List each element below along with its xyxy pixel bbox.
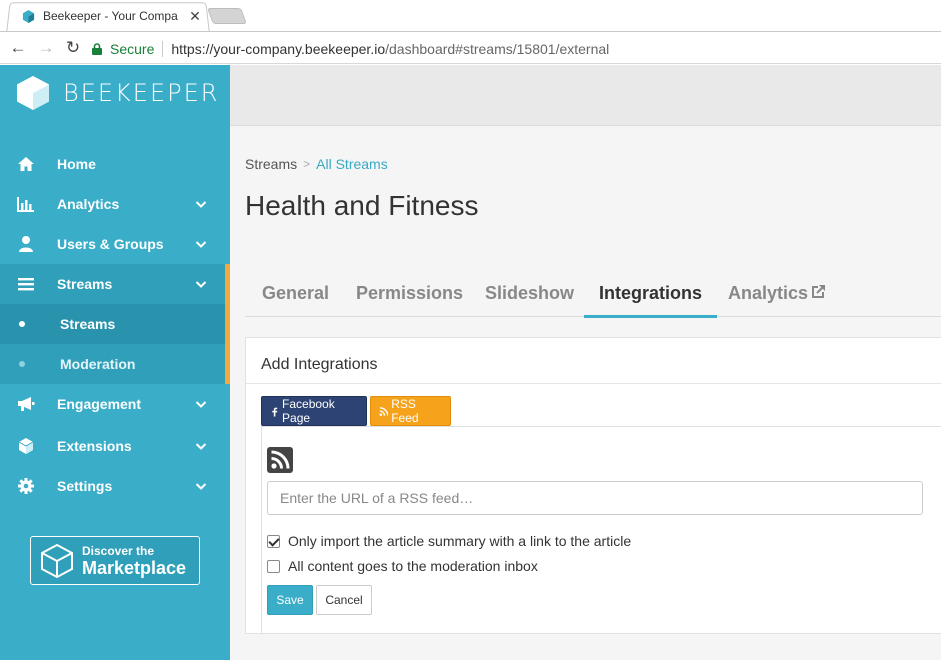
url-path: /dashboard#streams/15801/external <box>385 40 610 57</box>
sidebar-subitem-moderation[interactable]: Moderation <box>0 344 230 384</box>
tab-analytics-label: Analytics <box>728 283 809 303</box>
sidebar-item-label: Streams <box>57 276 113 292</box>
home-icon <box>18 157 34 171</box>
reload-icon[interactable]: ↻ <box>63 38 83 58</box>
panel-heading: Add Integrations <box>261 356 378 373</box>
facebook-page-button[interactable]: Facebook Page <box>261 396 367 426</box>
integrations-panel: Add Integrations Facebook Page RSS Feed … <box>245 337 941 634</box>
browser-tabstrip: Beekeeper - Your Compa ✕ <box>0 0 941 32</box>
forward-icon[interactable]: → <box>36 38 56 58</box>
url-field[interactable]: Secure https://your-company.beekeeper.io… <box>92 36 939 61</box>
beekeeper-favicon-icon <box>22 9 35 23</box>
sidebar: BEEKEEPER Home Analytics Users & Groups … <box>0 65 230 660</box>
cube-icon <box>18 438 34 454</box>
sidebar-item-label: Engagement <box>57 396 142 412</box>
top-bar <box>230 65 941 126</box>
cancel-button[interactable]: Cancel <box>316 585 372 615</box>
new-tab-button[interactable] <box>207 8 247 24</box>
rss-feed-label: RSS Feed <box>391 397 419 425</box>
sidebar-item-label: Users & Groups <box>57 236 164 252</box>
cube-outline-icon <box>41 543 73 578</box>
rss-square-icon <box>267 447 293 473</box>
page-title: Health and Fitness <box>245 190 479 221</box>
breadcrumb: Streams > All Streams <box>245 156 388 172</box>
rss-form: Only import the article summary with a l… <box>261 426 941 634</box>
browser-tab-title: Beekeeper - Your Compa <box>43 9 178 23</box>
bullet-icon <box>19 361 25 367</box>
tab-analytics[interactable]: Analytics <box>728 271 826 317</box>
sidebar-item-users-groups[interactable]: Users & Groups <box>0 224 230 264</box>
moderation-option[interactable]: All content goes to the moderation inbox <box>267 557 538 575</box>
marketplace-line2: Marketplace <box>82 557 187 578</box>
sidebar-subitem-streams[interactable]: Streams <box>0 304 230 344</box>
list-icon <box>18 278 34 291</box>
panel-divider <box>246 383 941 384</box>
moderation-option-label: All content goes to the moderation inbox <box>288 558 538 574</box>
sidebar-subitem-label: Streams <box>60 316 116 332</box>
save-button[interactable]: Save <box>267 585 313 615</box>
tab-slideshow[interactable]: Slideshow <box>485 271 574 317</box>
lock-icon <box>92 42 102 55</box>
megaphone-icon <box>18 397 35 411</box>
chevron-down-icon[interactable] <box>195 198 207 210</box>
rss-icon <box>379 406 389 416</box>
sidebar-item-extensions[interactable]: Extensions <box>0 426 230 466</box>
tab-integrations[interactable]: Integrations <box>583 271 718 318</box>
tab-general[interactable]: General <box>262 271 329 317</box>
url-host: https://your-company.beekeeper.io <box>171 40 386 57</box>
main-content: Streams > All Streams Health and Fitness… <box>230 126 941 660</box>
sidebar-subitem-label: Moderation <box>60 356 136 372</box>
chevron-down-icon[interactable] <box>195 278 207 290</box>
sidebar-item-engagement[interactable]: Engagement <box>0 384 230 424</box>
sidebar-item-label: Settings <box>57 478 113 494</box>
brand-name: BEEKEEPER <box>63 79 220 107</box>
user-icon <box>19 236 33 252</box>
sidebar-item-label: Extensions <box>57 438 132 454</box>
address-bar: ← → ↻ Secure https://your-company.beekee… <box>0 31 941 64</box>
back-icon[interactable]: ← <box>8 38 28 58</box>
omnibox-divider <box>162 40 164 57</box>
summary-checkbox[interactable] <box>267 534 280 548</box>
gear-icon <box>18 478 34 494</box>
chevron-down-icon[interactable] <box>195 440 207 452</box>
beekeeper-logo-icon <box>17 76 49 110</box>
brand[interactable]: BEEKEEPER <box>17 76 219 110</box>
marketplace-text: Discover the Marketplace <box>82 544 186 578</box>
rss-feed-button[interactable]: RSS Feed <box>370 396 451 426</box>
secure-label: Secure <box>110 40 155 57</box>
chevron-down-icon[interactable] <box>195 398 207 410</box>
facebook-page-label: Facebook Page <box>282 397 335 425</box>
marketplace-line1: Discover the <box>82 543 155 558</box>
breadcrumb-root[interactable]: Streams <box>245 156 297 172</box>
breadcrumb-separator: > <box>303 157 311 171</box>
external-link-icon <box>812 285 826 298</box>
chevron-down-icon[interactable] <box>195 480 207 492</box>
moderation-checkbox[interactable] <box>267 559 280 573</box>
bar-chart-icon <box>17 197 34 212</box>
summary-option[interactable]: Only import the article summary with a l… <box>267 532 631 550</box>
facebook-icon <box>272 407 278 416</box>
stream-tabs: General Permissions Slideshow Integratio… <box>245 271 941 318</box>
close-tab-icon[interactable]: ✕ <box>188 8 202 25</box>
sidebar-item-analytics[interactable]: Analytics <box>0 184 230 224</box>
chevron-down-icon[interactable] <box>195 238 207 250</box>
sidebar-item-settings[interactable]: Settings <box>0 466 230 506</box>
sidebar-item-label: Analytics <box>57 196 120 212</box>
summary-option-label: Only import the article summary with a l… <box>288 533 632 549</box>
breadcrumb-all-streams-link[interactable]: All Streams <box>316 156 388 172</box>
bullet-icon <box>19 321 25 327</box>
sidebar-item-streams[interactable]: Streams <box>0 264 230 304</box>
sidebar-item-label: Home <box>57 156 96 172</box>
sidebar-item-home[interactable]: Home <box>0 144 230 184</box>
browser-tab-content[interactable]: Beekeeper - Your Compa ✕ <box>22 7 202 25</box>
secure-indicator[interactable]: Secure <box>92 41 154 57</box>
discover-marketplace-button[interactable]: Discover the Marketplace <box>30 536 200 585</box>
tab-permissions[interactable]: Permissions <box>356 271 463 317</box>
rss-url-input[interactable] <box>267 481 923 515</box>
